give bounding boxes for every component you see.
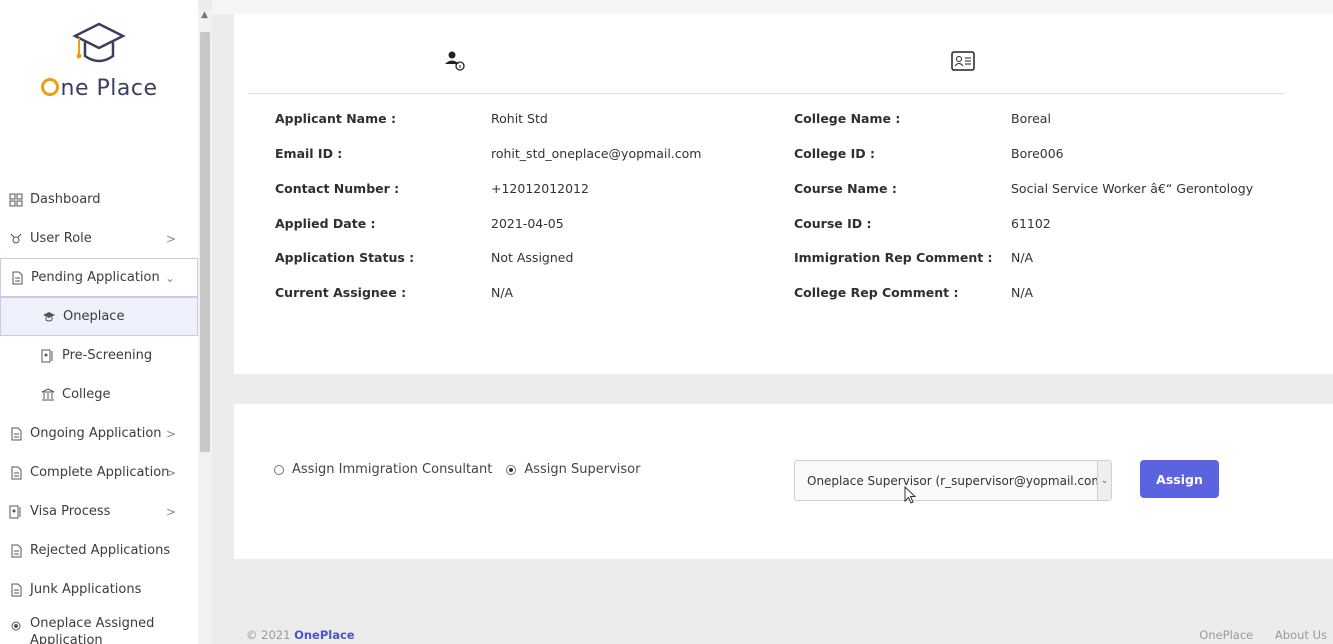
card-header [248, 44, 1284, 94]
immigration-rep-comment-label: Immigration Rep Comment : [794, 250, 993, 265]
applied-date-label: Applied Date : [275, 216, 376, 231]
footer-links: OnePlace About Us [1181, 628, 1327, 642]
copyright-year: © 2021 [246, 628, 291, 642]
contact-value: +12012012012 [491, 181, 589, 196]
mouse-cursor-icon [904, 486, 917, 504]
sidebar-item-pending-application[interactable]: Pending Application ⌄ [0, 258, 198, 297]
document-icon [8, 426, 24, 442]
graduation-cap-icon [41, 309, 57, 325]
application-status-value: Not Assigned [491, 250, 574, 265]
sidebar-item-label: Complete Application [30, 465, 170, 480]
email-label: Email ID : [275, 146, 343, 161]
document-icon [8, 543, 24, 559]
contact-label: Contact Number : [275, 181, 400, 196]
top-strip [212, 0, 1333, 14]
id-card-icon [951, 50, 975, 76]
supervisor-select[interactable]: Oneplace Supervisor (r_supervisor@yopmai… [794, 460, 1112, 501]
radio-assign-supervisor[interactable] [506, 464, 517, 475]
application-details-card: Applicant Name : Rohit Std Email ID : ro… [234, 14, 1333, 374]
sidebar-item-label: College [62, 387, 111, 402]
application-status-label: Application Status : [275, 250, 415, 265]
sidebar-item-college[interactable]: College [0, 375, 198, 414]
chevron-down-icon[interactable]: ⌄ [1097, 461, 1111, 500]
college-id-label: College ID : [794, 146, 875, 161]
current-assignee-label: Current Assignee : [275, 285, 407, 300]
sidebar-item-rejected-applications[interactable]: Rejected Applications [0, 531, 198, 570]
email-value: rohit_std_oneplace@yopmail.com [491, 146, 702, 161]
college-name-label: College Name : [794, 111, 901, 126]
applicant-name-label: Applicant Name : [275, 111, 396, 126]
app-window: ne Place Dashboard User Role > Pending A… [0, 0, 1333, 644]
copyright: © 2021 OnePlace [246, 628, 355, 642]
footer-link-oneplace[interactable]: OnePlace [1199, 628, 1253, 642]
course-id-value: 61102 [1011, 216, 1051, 231]
sidebar-item-oneplace-assigned[interactable]: Oneplace Assigned Application [0, 609, 198, 644]
applicant-name-value: Rohit Std [491, 111, 548, 126]
sidebar-menu: Dashboard User Role > Pending Applicatio… [0, 180, 198, 644]
document-icon [9, 270, 25, 286]
current-assignee-value: N/A [491, 285, 514, 300]
chevron-right-icon: > [165, 504, 176, 519]
chevron-right-icon: > [165, 231, 176, 246]
pre-screening-icon [40, 348, 56, 364]
graduation-cap-logo-icon [72, 22, 126, 63]
logo[interactable]: ne Place [0, 20, 198, 101]
dot-icon [8, 618, 24, 634]
chevron-right-icon: > [165, 426, 176, 441]
radio-label-supervisor[interactable]: Assign Supervisor [524, 462, 640, 477]
sidebar: ne Place Dashboard User Role > Pending A… [0, 0, 198, 644]
sidebar-item-visa-process[interactable]: Visa Process > [0, 492, 198, 531]
sidebar-item-user-role[interactable]: User Role > [0, 219, 198, 258]
sidebar-item-label: Dashboard [30, 192, 101, 207]
scroll-up-icon[interactable]: ▲ [201, 10, 208, 20]
sidebar-scrollbar[interactable]: ▲ [198, 10, 212, 644]
sidebar-item-dashboard[interactable]: Dashboard [0, 180, 198, 219]
scrollbar-thumb[interactable] [200, 32, 210, 452]
sidebar-item-pre-screening[interactable]: Pre-Screening [0, 336, 198, 375]
applicant-info-icon [444, 50, 466, 76]
assign-button[interactable]: Assign [1140, 460, 1219, 498]
sidebar-item-label: Oneplace Assigned Application [30, 616, 155, 644]
college-rep-comment-label: College Rep Comment : [794, 285, 959, 300]
college-rep-comment-value: N/A [1011, 285, 1034, 300]
footer-link-about-us[interactable]: About Us [1275, 628, 1327, 642]
sidebar-item-ongoing-application[interactable]: Ongoing Application > [0, 414, 198, 453]
sidebar-item-oneplace[interactable]: Oneplace [0, 297, 198, 336]
logo-text: ne Place [0, 76, 198, 101]
user-role-icon [8, 231, 24, 247]
course-name-value: Social Service Worker â€“ Gerontology [1011, 181, 1254, 196]
visa-icon [8, 504, 24, 520]
sidebar-item-label: Pre-Screening [62, 348, 153, 363]
radio-label-immigration-consultant[interactable]: Assign Immigration Consultant [292, 462, 492, 477]
immigration-rep-comment-value: N/A [1011, 250, 1034, 265]
document-icon [8, 465, 24, 481]
assign-panel: Assign Immigration Consultant Assign Sup… [234, 404, 1333, 559]
sidebar-item-label: User Role [30, 231, 92, 246]
college-name-value: Boreal [1011, 111, 1051, 126]
chevron-right-icon: > [165, 465, 176, 480]
sidebar-item-label: Pending Application [31, 270, 160, 285]
course-name-label: Course Name : [794, 181, 897, 196]
footer-brand-link[interactable]: OnePlace [294, 628, 355, 642]
sidebar-item-label: Visa Process [30, 504, 111, 519]
dashboard-icon [8, 192, 24, 208]
footer: © 2021 OnePlace OnePlace About Us [212, 615, 1333, 644]
college-id-value: Bore006 [1011, 146, 1064, 161]
institution-icon [40, 387, 56, 403]
radio-assign-immigration-consultant[interactable] [274, 464, 284, 475]
applied-date-value: 2021-04-05 [491, 216, 564, 231]
document-icon [8, 582, 24, 598]
supervisor-select-value: Oneplace Supervisor (r_supervisor@yopmai… [807, 473, 1104, 488]
sidebar-item-junk-applications[interactable]: Junk Applications [0, 570, 198, 609]
assign-options: Assign Immigration Consultant Assign Sup… [274, 462, 654, 477]
sidebar-item-label: Oneplace [63, 309, 125, 324]
chevron-down-icon: ⌄ [164, 270, 175, 285]
sidebar-item-label: Junk Applications [30, 582, 142, 597]
sidebar-item-label: Rejected Applications [30, 543, 171, 558]
course-id-label: Course ID : [794, 216, 872, 231]
sidebar-item-complete-application[interactable]: Complete Application > [0, 453, 198, 492]
sidebar-item-label: Ongoing Application [30, 426, 162, 441]
